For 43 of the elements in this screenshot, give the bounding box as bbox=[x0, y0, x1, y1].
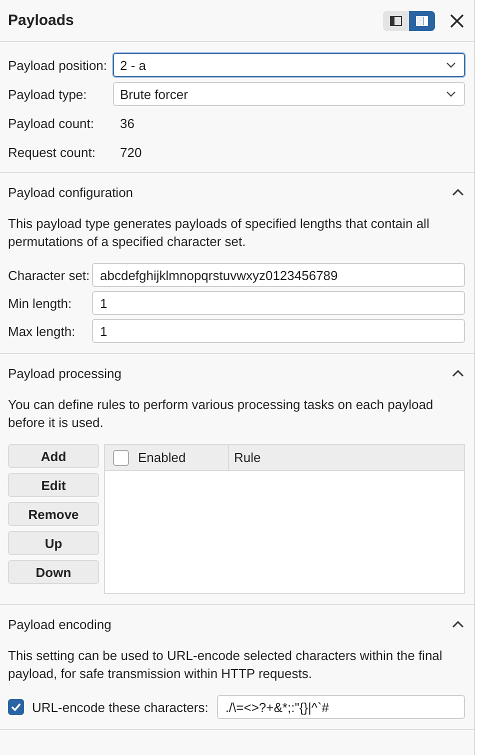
sidebar-left-button[interactable] bbox=[383, 10, 409, 30]
column-header: Enabled bbox=[138, 450, 186, 465]
dropdown[interactable]: 2 - a bbox=[113, 53, 465, 77]
sidebar-left-icon bbox=[390, 16, 402, 26]
section-title: Payload configuration bbox=[8, 184, 134, 200]
chevron-up-icon[interactable] bbox=[452, 370, 464, 376]
description-text: This payload type generates payloads of specified lengths that contain all permutations of a specified character set. bbox=[8, 215, 430, 251]
count-value: 720 bbox=[119, 144, 142, 160]
field-label: Min length: bbox=[8, 296, 73, 310]
close-button[interactable] bbox=[449, 12, 465, 28]
rule-button[interactable]: Up bbox=[8, 531, 99, 555]
checkbox[interactable] bbox=[8, 699, 24, 715]
rule-button[interactable]: Edit bbox=[8, 473, 99, 497]
rule-button[interactable]: Add bbox=[8, 444, 99, 468]
rule-button[interactable]: Remove bbox=[8, 502, 99, 526]
section-title: Payload encoding bbox=[8, 616, 112, 632]
field-label: Payload count: bbox=[8, 116, 96, 130]
count-value: 36 bbox=[119, 116, 134, 130]
field-label: Max length: bbox=[8, 324, 76, 338]
panel-title: Payloads bbox=[8, 12, 75, 29]
chevron-up-icon[interactable] bbox=[452, 620, 464, 628]
input-field[interactable]: abcdefghijklmnopqrstuvwxyz0123456789 bbox=[92, 263, 465, 287]
input-field[interactable]: 1 bbox=[92, 319, 465, 343]
field-label: Payload type: bbox=[8, 86, 88, 102]
check-icon bbox=[11, 703, 21, 711]
field-label: Payload position: bbox=[8, 58, 108, 72]
chevron-down-icon bbox=[446, 91, 456, 97]
description-text: This setting can be used to URL-encode selected characters within the final payload, for safe transmission within HTTP requests. bbox=[8, 647, 444, 683]
column-header: Rule bbox=[234, 450, 261, 465]
field-label: Character set: bbox=[8, 268, 91, 282]
dropdown[interactable]: Brute forcer bbox=[113, 82, 465, 106]
chevron-up-icon[interactable] bbox=[452, 188, 464, 196]
description-text: You can define rules to perform various processing tasks on each payload before it is used. bbox=[8, 396, 434, 432]
rule-button[interactable]: Down bbox=[8, 560, 99, 584]
input-field[interactable]: 1 bbox=[92, 291, 465, 315]
input-field[interactable]: ./\=<>?+&*;:"{}|^`# bbox=[217, 695, 465, 719]
select-all-checkbox[interactable] bbox=[113, 450, 129, 466]
chevron-down-icon bbox=[446, 62, 456, 68]
section-title: Payload processing bbox=[8, 366, 122, 380]
checkbox-label: URL-encode these characters: bbox=[32, 700, 208, 714]
sidebar-right-button[interactable] bbox=[409, 10, 435, 30]
field-label: Request count: bbox=[8, 144, 96, 160]
sidebar-right-icon bbox=[416, 16, 428, 26]
